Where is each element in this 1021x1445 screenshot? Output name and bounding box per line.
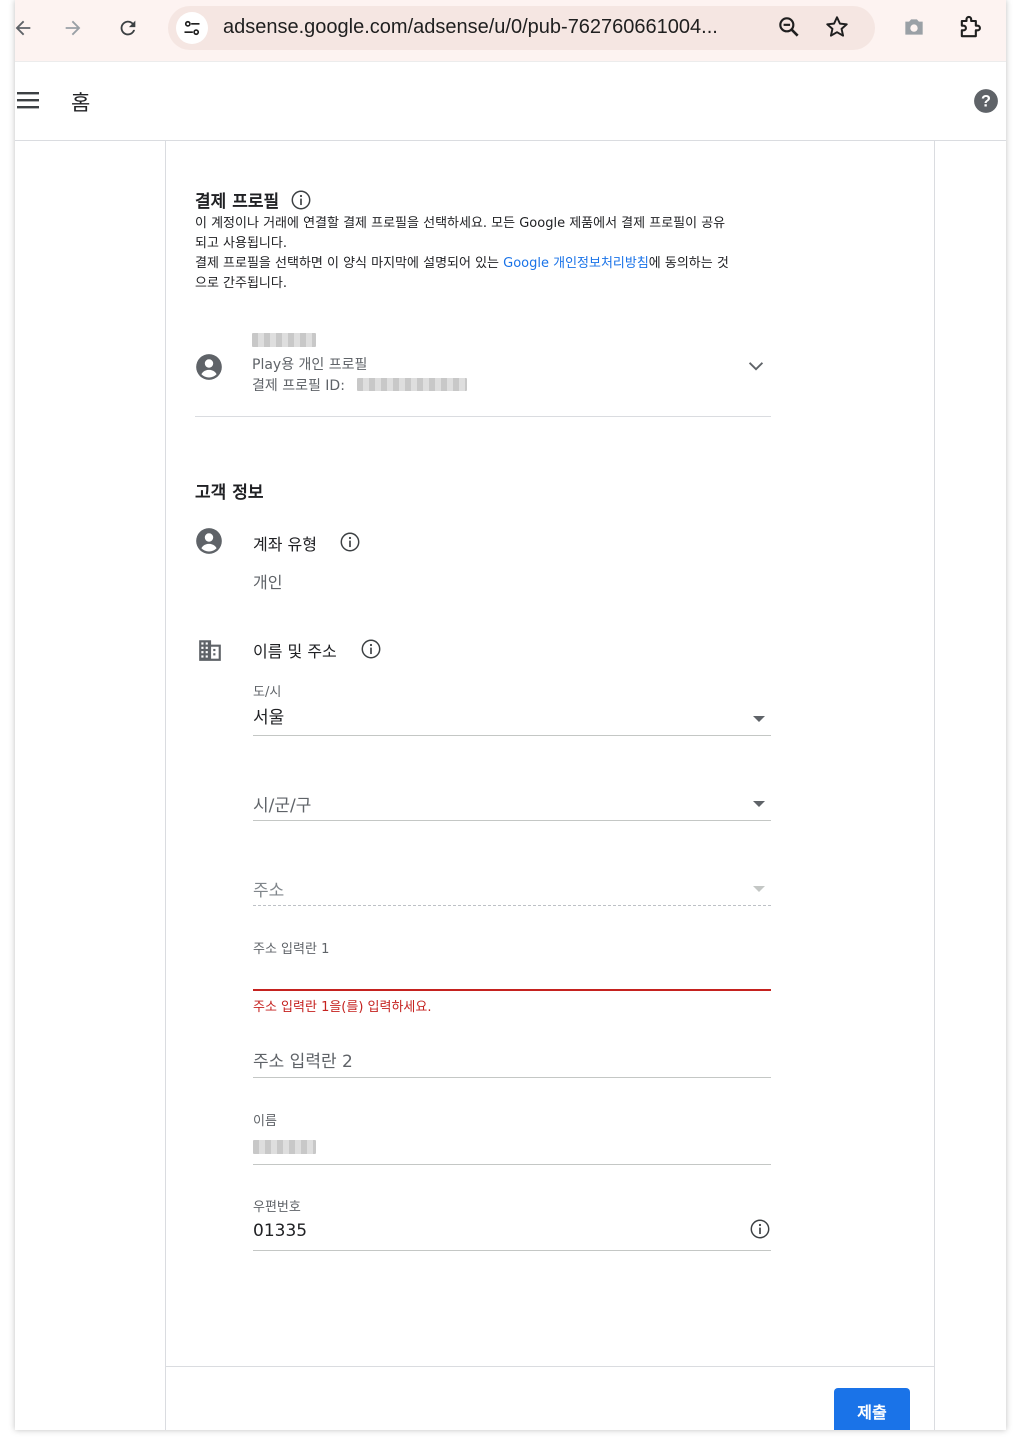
forward-icon[interactable] <box>57 12 89 44</box>
desc-line: 결제 프로필을 선택하면 이 양식 마지막에 설명되어 있는 <box>195 256 504 271</box>
dropdown-caret-icon[interactable] <box>753 886 765 892</box>
profile-id-label: 결제 프로필 ID: <box>252 378 345 394</box>
url-text[interactable]: adsense.google.com/adsense/u/0/pub-76276… <box>223 16 718 39</box>
desc-line: 에 동의하는 것 <box>648 256 729 271</box>
address-placeholder[interactable]: 주소 <box>253 876 284 901</box>
field-underline <box>253 1077 771 1078</box>
address-line1-field[interactable]: 주소 입력란 1 주소 입력란 1을(를) 입력하세요. <box>253 938 771 1018</box>
info-icon[interactable] <box>339 531 361 557</box>
field-underline <box>253 905 771 906</box>
dropdown-caret-icon[interactable] <box>753 716 765 722</box>
name-field[interactable]: 이름 <box>253 1110 771 1166</box>
payment-profile-selector[interactable]: Play용 개인 프로필 결제 프로필 ID: <box>195 329 771 417</box>
name-address-label: 이름 및 주소 <box>253 642 337 661</box>
desc-line: 으로 간주됩니다. <box>195 276 287 291</box>
account-circle-icon <box>195 353 223 385</box>
payment-profile-title: 결제 프로필 <box>195 192 280 212</box>
zoom-icon[interactable] <box>776 14 802 44</box>
business-icon <box>197 637 223 667</box>
extensions-icon[interactable] <box>956 14 984 46</box>
address-line1-label: 주소 입력란 1 <box>253 942 330 957</box>
customer-info-title: 고객 정보 <box>195 483 264 503</box>
payment-profile-description: 이 계정이나 거래에 연결할 결제 프로필을 선택하세요. 모든 Google … <box>195 214 785 294</box>
field-underline <box>253 1164 771 1165</box>
desc-line: 되고 사용됩니다. <box>195 236 287 251</box>
menu-icon[interactable] <box>15 90 41 114</box>
browser-toolbar: adsense.google.com/adsense/u/0/pub-76276… <box>15 0 1006 62</box>
district-placeholder[interactable]: 시/군/구 <box>253 791 311 816</box>
help-icon[interactable]: ? <box>973 88 999 118</box>
page-title: 홈 <box>71 91 91 115</box>
settings-panel: 결제 프로필 이 계정이나 거래에 연결할 결제 프로필을 선택하세요. 모든 … <box>165 141 935 1430</box>
profile-name-redacted <box>252 333 316 347</box>
address-line2-field[interactable]: 주소 입력란 2 <box>253 1047 771 1079</box>
field-underline <box>253 735 771 736</box>
reload-icon[interactable] <box>112 12 144 44</box>
postal-code-field[interactable]: 우편번호 01335 <box>253 1196 771 1252</box>
city-label: 도/시 <box>253 685 282 700</box>
account-type-label: 계좌 유형 <box>253 535 317 554</box>
account-circle-icon <box>195 527 223 559</box>
address-select[interactable]: 주소 <box>253 876 771 908</box>
svg-text:?: ? <box>981 92 991 110</box>
chevron-down-icon[interactable] <box>745 355 767 381</box>
address-line1-error: 주소 입력란 1을(를) 입력하세요. <box>253 1000 432 1015</box>
profile-type: Play용 개인 프로필 <box>252 357 368 373</box>
field-underline <box>253 820 771 821</box>
name-value-redacted <box>253 1140 316 1154</box>
footer-divider <box>166 1366 935 1367</box>
address-bar[interactable]: adsense.google.com/adsense/u/0/pub-76276… <box>168 6 875 50</box>
back-icon[interactable] <box>15 12 39 44</box>
info-icon[interactable] <box>360 638 382 664</box>
submit-button[interactable]: 제출 <box>834 1388 910 1430</box>
district-select[interactable]: 시/군/구 <box>253 791 771 823</box>
desc-line: 이 계정이나 거래에 연결할 결제 프로필을 선택하세요. 모든 Google … <box>195 216 726 231</box>
camera-icon[interactable] <box>901 14 927 44</box>
bookmark-star-icon[interactable] <box>824 14 850 44</box>
city-value[interactable]: 서울 <box>253 703 284 728</box>
postal-code-label: 우편번호 <box>253 1200 301 1215</box>
address-line2-placeholder[interactable]: 주소 입력란 2 <box>253 1047 353 1072</box>
postal-code-value[interactable]: 01335 <box>253 1221 307 1241</box>
city-select[interactable]: 도/시 서울 <box>253 681 771 737</box>
app-header: 홈 ? <box>15 63 1006 141</box>
browser-window: adsense.google.com/adsense/u/0/pub-76276… <box>15 0 1006 1430</box>
field-underline-error <box>253 989 771 991</box>
account-type-value: 개인 <box>253 573 283 592</box>
name-label: 이름 <box>253 1114 277 1129</box>
info-icon[interactable] <box>749 1218 771 1244</box>
site-settings-icon[interactable] <box>176 12 208 44</box>
dropdown-caret-icon[interactable] <box>753 801 765 807</box>
profile-id-redacted <box>357 378 467 391</box>
privacy-policy-link[interactable]: Google 개인정보처리방침 <box>503 256 649 271</box>
info-icon[interactable] <box>290 189 312 215</box>
field-underline <box>253 1250 771 1251</box>
